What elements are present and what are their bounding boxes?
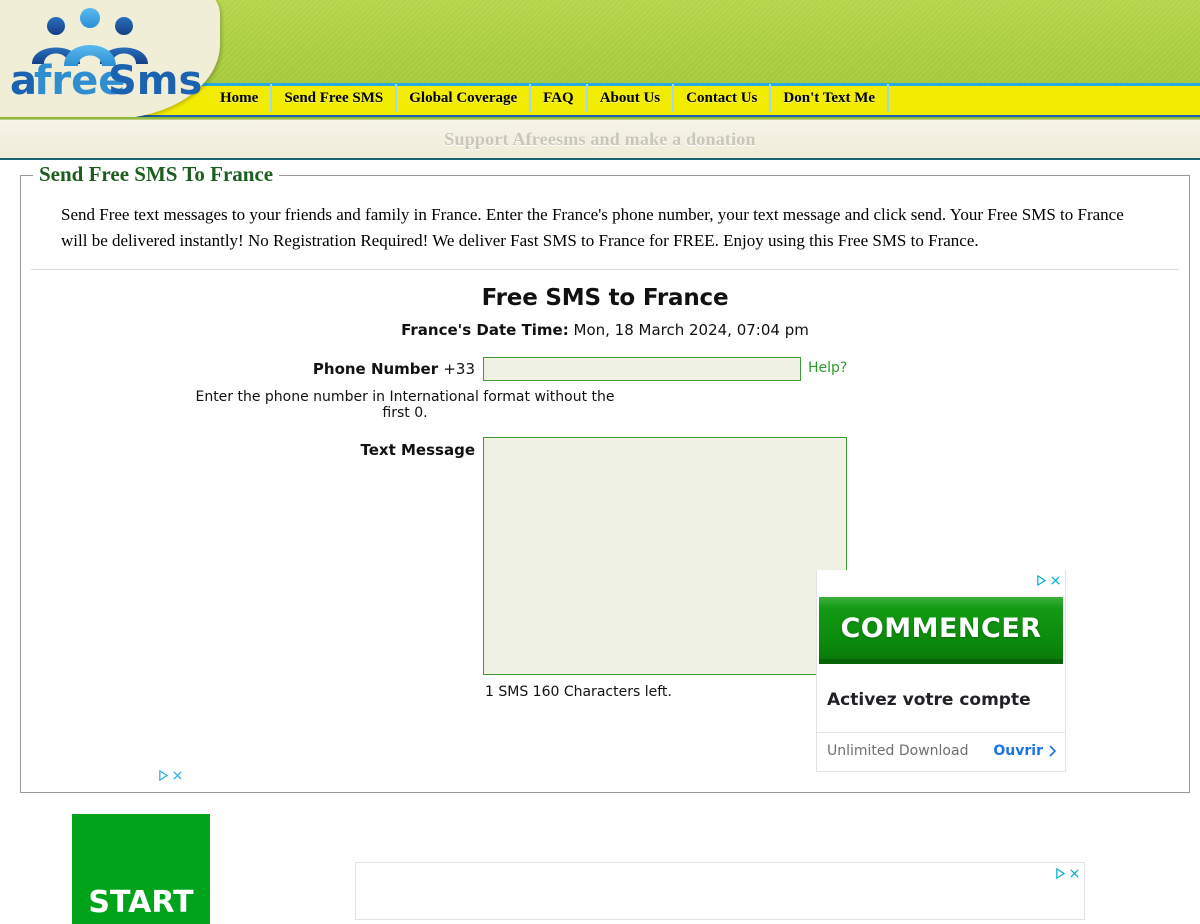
- nav-item-global-coverage[interactable]: Global Coverage: [395, 84, 532, 112]
- site-header: a free Sms Home Send Free SMS Global Cov…: [0, 0, 1200, 117]
- ad-headline[interactable]: Activez votre compte: [817, 664, 1065, 733]
- phone-label-text: Phone Number: [312, 360, 444, 378]
- text-message-label: Text Message: [360, 441, 475, 459]
- nav-label: Send Free SMS: [284, 89, 384, 106]
- donation-bar: Support Afreesms and make a donation: [0, 120, 1200, 160]
- divider: [31, 269, 1179, 270]
- ad-bottom-controls: [356, 863, 1084, 882]
- phone-format-hint: Enter the phone number in International …: [195, 389, 615, 421]
- ad-commencer-button[interactable]: COMMENCER: [819, 597, 1063, 664]
- form-title: Free SMS to France: [481, 285, 729, 311]
- help-link[interactable]: Help?: [808, 357, 847, 376]
- ad-open-link[interactable]: Ouvrir: [993, 743, 1057, 759]
- nav-item-faq[interactable]: FAQ: [529, 84, 588, 112]
- three-people-icon: a free Sms: [10, 8, 202, 104]
- ad-bottom-panel: [355, 862, 1085, 920]
- ad-left-controls: [72, 765, 272, 784]
- nav-item-contact-us[interactable]: Contact Us: [672, 84, 772, 112]
- ad-footer-text: Unlimited Download: [827, 743, 969, 759]
- nav-item-dont-text-me[interactable]: Don't Text Me: [769, 84, 890, 112]
- svg-text:a: a: [10, 58, 37, 104]
- ad-footer: Unlimited Download Ouvrir: [817, 733, 1065, 771]
- phone-number-row: Phone Number +33 Help?: [21, 357, 1189, 381]
- form-datetime: France's Date Time: Mon, 18 March 2024, …: [21, 321, 1189, 339]
- nav-item-home[interactable]: Home: [208, 84, 273, 112]
- ad-right-panel: COMMENCER Activez votre compte Unlimited…: [816, 570, 1066, 772]
- nav-label: About Us: [599, 89, 661, 106]
- intro-paragraph: Send Free text messages to your friends …: [61, 205, 1124, 250]
- adchoices-icon[interactable]: [1055, 867, 1066, 879]
- nav-label: Contact Us: [686, 89, 758, 106]
- nav-label: FAQ: [543, 89, 574, 106]
- adchoices-icon[interactable]: [158, 769, 169, 781]
- site-logo[interactable]: a free Sms: [8, 6, 208, 106]
- close-icon[interactable]: [1069, 868, 1080, 879]
- ad-cta-label: Ouvrir: [993, 743, 1043, 759]
- page-title: Send Free SMS To France: [33, 162, 280, 187]
- text-message-input[interactable]: [483, 437, 847, 675]
- donation-link[interactable]: Support Afreesms and make a donation: [444, 129, 755, 150]
- svg-text:Sms: Sms: [108, 58, 202, 104]
- page-content: Send Free SMS To France Send Free text m…: [0, 160, 1200, 924]
- datetime-label: France's Date Time:: [401, 321, 569, 339]
- ad-right-controls: [817, 570, 1065, 589]
- nav-label: Don't Text Me: [783, 89, 876, 106]
- nav-item-send-free-sms[interactable]: Send Free SMS: [270, 84, 398, 112]
- ad-left-panel: START: [72, 765, 272, 924]
- phone-prefix: +33: [443, 360, 475, 378]
- main-navigation: Home Send Free SMS Global Coverage FAQ A…: [208, 84, 890, 112]
- phone-number-input[interactable]: [483, 357, 801, 381]
- close-icon[interactable]: [1050, 575, 1061, 586]
- nav-label: Global Coverage: [409, 89, 518, 106]
- nav-label: Home: [220, 89, 259, 106]
- chevron-right-icon: [1049, 745, 1057, 757]
- adchoices-icon[interactable]: [1036, 574, 1047, 586]
- close-icon[interactable]: [172, 770, 183, 781]
- phone-number-label: Phone Number +33: [21, 357, 483, 378]
- datetime-value: Mon, 18 March 2024, 07:04 pm: [568, 321, 809, 339]
- ad-start-banner[interactable]: START: [72, 814, 210, 924]
- nav-item-about-us[interactable]: About Us: [585, 84, 675, 112]
